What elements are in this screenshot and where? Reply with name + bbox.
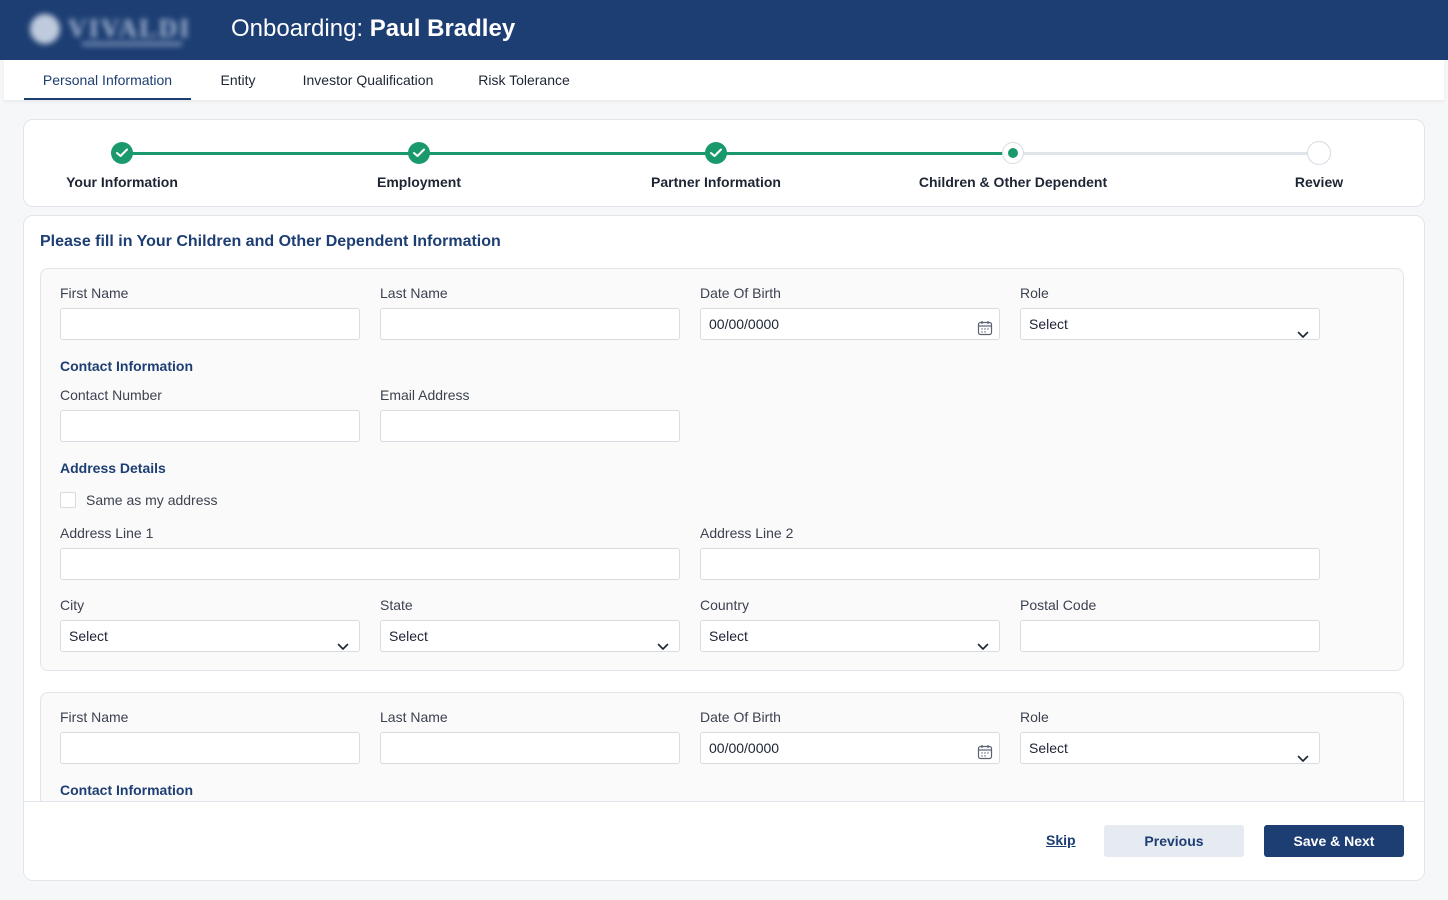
skip-link[interactable]: Skip xyxy=(1046,832,1076,848)
first-name-input[interactable] xyxy=(60,308,360,340)
chevron-down-icon xyxy=(657,631,669,661)
step-label-partner-information[interactable]: Partner Information xyxy=(651,174,781,190)
same-address-label[interactable]: Same as my address xyxy=(86,492,218,508)
role-select[interactable]: Select xyxy=(1020,308,1320,340)
save-next-button[interactable]: Save & Next xyxy=(1264,825,1404,857)
progress-stepper: Your Information Employment Partner Info… xyxy=(23,119,1425,207)
dob-label: Date Of Birth xyxy=(700,285,781,301)
step-label-your-information[interactable]: Your Information xyxy=(66,174,178,190)
step-label-review[interactable]: Review xyxy=(1295,174,1343,190)
address-line-2-label: Address Line 2 xyxy=(700,525,794,541)
chevron-down-icon xyxy=(1297,319,1309,349)
last-name-label: Last Name xyxy=(380,285,448,301)
last-name-label: Last Name xyxy=(380,709,448,725)
state-select[interactable]: Select xyxy=(380,620,680,652)
role-label: Role xyxy=(1020,709,1049,725)
step-connector xyxy=(132,152,429,155)
role-select[interactable]: Select xyxy=(1020,732,1320,764)
contact-number-input[interactable] xyxy=(60,410,360,442)
form-footer: Skip Previous Save & Next xyxy=(24,801,1424,880)
city-select-value: Select xyxy=(69,628,108,644)
page-title: Onboarding: Paul Bradley xyxy=(231,15,515,43)
role-select-value: Select xyxy=(1029,740,1068,756)
postal-code-label: Postal Code xyxy=(1020,597,1097,613)
postal-code-input[interactable] xyxy=(1020,620,1320,652)
step-connector xyxy=(1023,152,1318,155)
first-name-input[interactable] xyxy=(60,732,360,764)
chevron-down-icon xyxy=(337,631,349,661)
contact-information-heading: Contact Information xyxy=(60,358,193,374)
city-select[interactable]: Select xyxy=(60,620,360,652)
role-label: Role xyxy=(1020,285,1049,301)
form-scroll-area[interactable]: First Name Last Name Date Of Birth Role … xyxy=(24,266,1424,801)
country-select-value: Select xyxy=(709,628,748,644)
dob-value: 00/00/0000 xyxy=(709,316,780,332)
dependent-block: First Name Last Name Date Of Birth Role … xyxy=(40,268,1404,671)
company-logo: VIVALDI xyxy=(22,8,192,52)
step-connector xyxy=(726,152,1023,155)
last-name-input[interactable] xyxy=(380,308,680,340)
contact-number-label: Contact Number xyxy=(60,387,162,403)
dependent-form-card: Please fill in Your Children and Other D… xyxy=(23,215,1425,881)
tab-personal-information[interactable]: Personal Information xyxy=(24,60,191,100)
client-name: Paul Bradley xyxy=(369,15,516,42)
tab-investor-qualification[interactable]: Investor Qualification xyxy=(300,60,436,100)
email-input[interactable] xyxy=(380,410,680,442)
step-employment-check-icon xyxy=(408,142,430,164)
state-select-value: Select xyxy=(389,628,428,644)
role-select-value: Select xyxy=(1029,316,1068,332)
chevron-down-icon xyxy=(977,631,989,661)
same-address-checkbox[interactable] xyxy=(60,492,76,508)
dob-input[interactable]: 00/00/0000 xyxy=(700,308,1000,340)
calendar-icon[interactable] xyxy=(977,316,993,346)
contact-information-heading: Contact Information xyxy=(60,782,193,798)
step-partner-information-check-icon xyxy=(705,142,727,164)
dependent-block: First Name Last Name Date Of Birth Role … xyxy=(40,692,1404,801)
top-bar: VIVALDI Onboarding: Paul Bradley xyxy=(0,0,1448,60)
step-your-information-check-icon xyxy=(111,142,133,164)
state-label: State xyxy=(380,597,413,613)
city-label: City xyxy=(60,597,85,613)
dob-label: Date Of Birth xyxy=(700,709,781,725)
address-line-1-label: Address Line 1 xyxy=(60,525,154,541)
dob-input[interactable]: 00/00/0000 xyxy=(700,732,1000,764)
dob-value: 00/00/0000 xyxy=(709,740,780,756)
step-connector xyxy=(429,152,726,155)
tab-entity[interactable]: Entity xyxy=(209,60,267,100)
address-details-heading: Address Details xyxy=(60,460,166,476)
step-children-current-icon xyxy=(1002,142,1024,164)
email-label: Email Address xyxy=(380,387,470,403)
step-label-employment[interactable]: Employment xyxy=(377,174,461,190)
step-label-children-dependent[interactable]: Children & Other Dependent xyxy=(919,174,1107,190)
chevron-down-icon xyxy=(1297,743,1309,773)
address-line-1-input[interactable] xyxy=(60,548,680,580)
previous-button[interactable]: Previous xyxy=(1104,825,1244,857)
form-heading: Please fill in Your Children and Other D… xyxy=(40,233,501,250)
first-name-label: First Name xyxy=(60,709,129,725)
page-title-prefix: Onboarding: xyxy=(231,15,364,42)
address-line-2-input[interactable] xyxy=(700,548,1320,580)
country-label: Country xyxy=(700,597,750,613)
country-select[interactable]: Select xyxy=(700,620,1000,652)
calendar-icon[interactable] xyxy=(977,740,993,770)
last-name-input[interactable] xyxy=(380,732,680,764)
step-review-pending-icon xyxy=(1307,141,1331,165)
tab-bar: Personal Information Entity Investor Qua… xyxy=(4,60,1444,100)
first-name-label: First Name xyxy=(60,285,129,301)
tab-risk-tolerance[interactable]: Risk Tolerance xyxy=(474,60,574,100)
